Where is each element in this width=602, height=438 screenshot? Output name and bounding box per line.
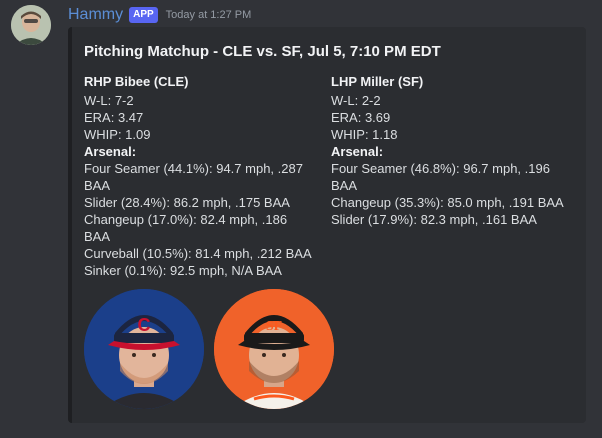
pitcher-field-sf: LHP Miller (SF) W-L: 2-2 ERA: 3.69 WHIP:…: [331, 73, 571, 228]
embed-card: Pitching Matchup - CLE vs. SF, Jul 5, 7:…: [68, 27, 586, 423]
chat-message: Hammy APP Today at 1:27 PM Pitching Matc…: [0, 0, 602, 438]
pitch-item: Slider (17.9%): 82.3 mph, .161 BAA: [331, 212, 537, 227]
era: ERA: 3.47: [84, 110, 144, 125]
pitcher-photo-sf[interactable]: SF: [214, 289, 334, 409]
bot-avatar[interactable]: [11, 5, 51, 45]
pitch-item: Four Seamer (44.1%): 94.7 mph, .287 BAA: [84, 161, 303, 193]
pitcher-photo-cle[interactable]: C: [84, 289, 204, 409]
whip: WHIP: 1.09: [84, 127, 151, 142]
app-badge: APP: [129, 7, 158, 23]
username[interactable]: Hammy: [68, 6, 123, 24]
era: ERA: 3.69: [331, 110, 391, 125]
embed-title: Pitching Matchup - CLE vs. SF, Jul 5, 7:…: [84, 43, 441, 60]
embed-accent-bar: [68, 27, 72, 423]
svg-text:SF: SF: [266, 319, 282, 334]
win-loss: W-L: 7-2: [84, 93, 134, 108]
svg-text:C: C: [138, 315, 151, 335]
pitch-item: Changeup (17.0%): 82.4 mph, .186 BAA: [84, 212, 288, 244]
pitch-item: Curveball (10.5%): 81.4 mph, .212 BAA: [84, 246, 312, 261]
timestamp[interactable]: Today at 1:27 PM: [166, 9, 252, 21]
pitch-item: Sinker (0.1%): 92.5 mph, N/A BAA: [84, 263, 282, 278]
pitch-item: Four Seamer (46.8%): 96.7 mph, .196 BAA: [331, 161, 550, 193]
pitch-item: Changeup (35.3%): 85.0 mph, .191 BAA: [331, 195, 564, 210]
pitcher-field-cle: RHP Bibee (CLE) W-L: 7-2 ERA: 3.47 WHIP:…: [84, 73, 314, 279]
pitcher-name: RHP Bibee (CLE): [84, 74, 189, 89]
message-header: Hammy APP Today at 1:27 PM: [68, 5, 251, 25]
pitch-item: Slider (28.4%): 86.2 mph, .175 BAA: [84, 195, 290, 210]
whip: WHIP: 1.18: [331, 127, 398, 142]
win-loss: W-L: 2-2: [331, 93, 381, 108]
arsenal-label: Arsenal:: [331, 144, 384, 159]
arsenal-label: Arsenal:: [84, 144, 137, 159]
pitcher-name: LHP Miller (SF): [331, 74, 424, 89]
